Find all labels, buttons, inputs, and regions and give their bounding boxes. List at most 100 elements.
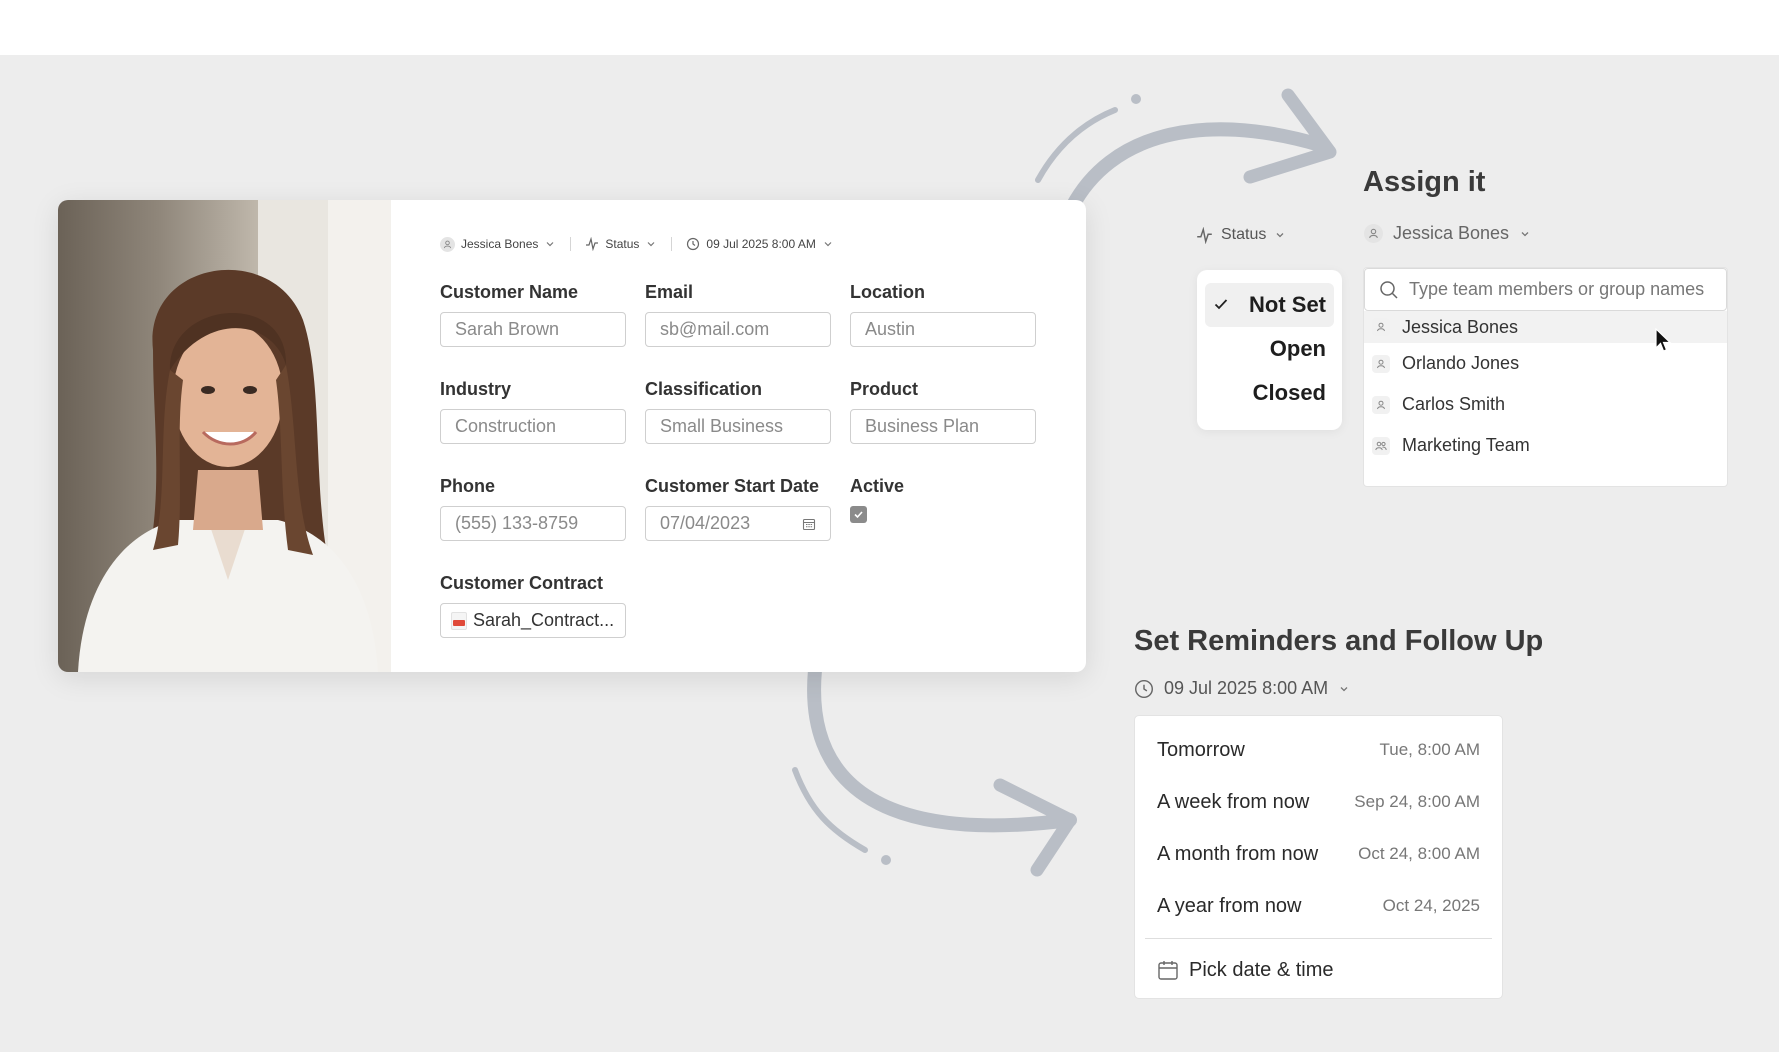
- chevron-down-icon: [546, 242, 554, 247]
- member-name: Orlando Jones: [1402, 353, 1520, 373]
- curved-arrow-top: [1035, 88, 1337, 214]
- status-option-label: Not Set: [1249, 292, 1326, 317]
- phone-field: Phone (555) 133-8759: [440, 476, 626, 541]
- industry-field: Industry Construction: [440, 379, 626, 444]
- clock-icon: [1134, 679, 1154, 698]
- card-assignee-label: Jessica Bones: [461, 237, 539, 251]
- contract-file-name: Sarah_Contract...: [473, 610, 615, 630]
- chevron-down-icon: [647, 242, 655, 247]
- field-label: Industry: [440, 379, 512, 399]
- status-option-label: Open: [1269, 336, 1326, 361]
- customer-photo: [58, 200, 391, 672]
- chevron-down-icon: [1340, 686, 1348, 691]
- divider: [671, 237, 673, 251]
- user-icon: [1372, 354, 1390, 373]
- customer-name-input[interactable]: Sarah Brown: [440, 312, 626, 347]
- product-input[interactable]: Business Plan: [850, 409, 1036, 444]
- assign-search-placeholder: Type team members or group names: [1409, 279, 1705, 299]
- user-icon: [1372, 395, 1390, 414]
- email-input[interactable]: sb@mail.com: [645, 312, 831, 347]
- assignee-dropdown-trigger[interactable]: Jessica Bones: [1364, 223, 1531, 244]
- activity-icon: [1197, 226, 1212, 244]
- customer-name-field: Customer Name Sarah Brown: [440, 282, 626, 347]
- assign-panel: Type team members or group names Jessica…: [1363, 267, 1728, 487]
- member-option-carlos-smith[interactable]: Carlos Smith: [1364, 384, 1727, 425]
- chevron-down-icon: [1276, 233, 1284, 238]
- group-icon: [1372, 436, 1390, 455]
- pick-date-time-label: Pick date & time: [1189, 958, 1334, 981]
- card-datetime-dropdown[interactable]: 09 Jul 2025 8:00 AM: [686, 237, 833, 251]
- field-label: Location: [850, 282, 925, 302]
- status-dropdown-trigger[interactable]: Status: [1196, 226, 1286, 244]
- calendar-icon[interactable]: [802, 517, 816, 531]
- member-name: Carlos Smith: [1402, 394, 1506, 414]
- check-icon: [854, 511, 863, 519]
- reminder-option-week[interactable]: A week from now Sep 24, 8:00 AM: [1135, 776, 1502, 828]
- reminder-option-year[interactable]: A year from now Oct 24, 2025: [1135, 880, 1502, 932]
- card-meta-row: Jessica Bones Status 09 Jul 2025 8:00 AM: [440, 234, 834, 254]
- field-label: Phone: [440, 476, 496, 496]
- member-option-marketing-team[interactable]: Marketing Team: [1364, 425, 1727, 466]
- field-label: Customer Contract: [440, 573, 604, 593]
- user-icon: [1372, 318, 1390, 336]
- start-date-value: 07/04/2023: [660, 513, 751, 533]
- user-icon: [440, 236, 455, 252]
- field-label: Email: [645, 282, 694, 302]
- reminders-panel: Tomorrow Tue, 8:00 AM A week from now Se…: [1134, 715, 1503, 999]
- assign-title: Assign it: [1363, 166, 1486, 198]
- card-status-label: Status: [605, 237, 640, 251]
- pick-date-time-button[interactable]: Pick date & time: [1135, 939, 1502, 1001]
- activity-icon: [586, 237, 599, 251]
- status-trigger-label: Status: [1221, 226, 1267, 243]
- mouse-cursor-icon: [1655, 328, 1672, 352]
- location-field: Location Austin: [850, 282, 1036, 347]
- reminder-option-time: Tue, 8:00 AM: [1379, 740, 1480, 759]
- status-option-closed[interactable]: Closed: [1205, 371, 1334, 415]
- field-label: Customer Start Date: [645, 476, 820, 496]
- reminder-option-time: Oct 24, 8:00 AM: [1358, 844, 1480, 863]
- email-field: Email sb@mail.com: [645, 282, 831, 347]
- member-name: Marketing Team: [1402, 435, 1530, 455]
- card-datetime-label: 09 Jul 2025 8:00 AM: [706, 237, 816, 251]
- reminder-datetime-trigger[interactable]: 09 Jul 2025 8:00 AM: [1134, 678, 1350, 699]
- active-checkbox[interactable]: [850, 506, 867, 523]
- field-label: Product: [850, 379, 919, 399]
- divider: [570, 237, 572, 251]
- reminder-option-month[interactable]: A month from now Oct 24, 8:00 AM: [1135, 828, 1502, 880]
- clock-icon: [687, 237, 700, 251]
- reminder-option-label: Tomorrow: [1157, 738, 1245, 761]
- pdf-file-icon: [451, 611, 467, 630]
- user-icon: [1364, 224, 1383, 243]
- phone-input[interactable]: (555) 133-8759: [440, 506, 626, 541]
- assignee-trigger-label: Jessica Bones: [1393, 223, 1510, 243]
- chevron-down-icon: [1521, 231, 1529, 236]
- search-icon: [1380, 280, 1398, 299]
- status-option-not-set[interactable]: Not Set: [1205, 283, 1334, 327]
- location-input[interactable]: Austin: [850, 312, 1036, 347]
- chevron-down-icon: [824, 242, 832, 247]
- status-option-open[interactable]: Open: [1205, 327, 1334, 371]
- classification-field: Classification Small Business: [645, 379, 831, 444]
- reminder-option-tomorrow[interactable]: Tomorrow Tue, 8:00 AM: [1135, 724, 1502, 776]
- reminder-trigger-label: 09 Jul 2025 8:00 AM: [1164, 678, 1329, 698]
- status-option-label: Closed: [1252, 380, 1326, 405]
- check-icon: [1214, 299, 1228, 310]
- card-status-dropdown[interactable]: Status: [585, 237, 657, 251]
- assign-search-input[interactable]: Type team members or group names: [1364, 268, 1727, 311]
- contract-field: Customer Contract Sarah_Contract...: [440, 573, 626, 638]
- status-menu: Not Set Open Closed: [1197, 270, 1342, 430]
- reminder-option-label: A month from now: [1157, 842, 1319, 865]
- active-field: Active: [850, 476, 1036, 523]
- reminder-option-time: Sep 24, 8:00 AM: [1354, 792, 1480, 811]
- industry-input[interactable]: Construction: [440, 409, 626, 444]
- reminder-option-label: A year from now: [1157, 894, 1302, 917]
- card-assignee-dropdown[interactable]: Jessica Bones: [440, 236, 556, 252]
- field-label: Customer Name: [440, 282, 579, 302]
- classification-input[interactable]: Small Business: [645, 409, 831, 444]
- field-label: Classification: [645, 379, 763, 399]
- reminders-title: Set Reminders and Follow Up: [1134, 625, 1544, 657]
- curved-arrow-bottom: [792, 670, 1077, 877]
- field-label: Active: [850, 476, 905, 496]
- contract-file-chip[interactable]: Sarah_Contract...: [440, 603, 626, 638]
- start-date-input[interactable]: 07/04/2023: [645, 506, 831, 541]
